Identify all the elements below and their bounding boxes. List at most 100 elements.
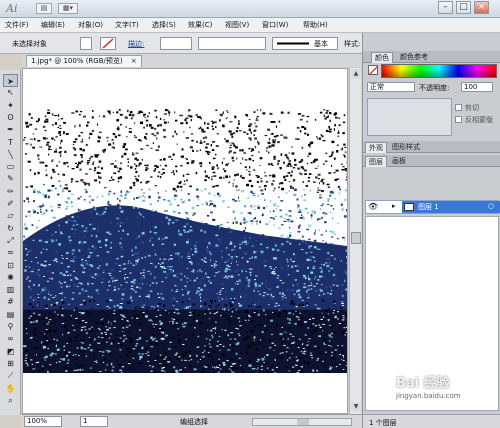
layer-row[interactable]: 👁 ▸ 图层 1 ○ [365,200,500,214]
layers-footer: 1 个图层 [363,414,500,428]
style-label: 样式: [344,40,361,48]
bridge-button[interactable]: ▤ [36,3,52,14]
variable-width-profile[interactable] [198,37,266,50]
selection-status: 未选择对象 [12,40,47,48]
menu-edit[interactable]: 编辑(E) [41,20,65,30]
title-bar: Ai ▤ ▦▾ – □ × [0,0,500,18]
warp-tool-icon[interactable]: ≈ [3,246,18,259]
pencil-tool-icon[interactable]: ✏ [3,185,18,198]
watermark-brand: Bai 经验 [396,376,450,391]
zoom-tool-icon[interactable]: ⌕ [3,394,18,407]
arrange-documents-button[interactable]: ▦▾ [58,3,78,14]
live-paint-tool-icon[interactable]: ◩ [3,345,18,358]
app-logo: Ai [6,2,18,15]
rectangle-tool-icon[interactable]: ▭ [3,160,18,173]
layer-selection-highlight: 图层 1 ○ [402,201,500,213]
eye-icon[interactable]: 👁 [368,202,378,211]
color-spectrum[interactable] [381,64,497,78]
opacity-label: 不透明度: [419,84,450,92]
document-title: 1.jpg* @ 100% (RGB/预览) [31,57,123,65]
artboard-tool-icon[interactable]: ⊞ [3,357,18,370]
scroll-down-icon[interactable]: ▼ [351,402,361,412]
menu-type[interactable]: 文字(T) [115,20,139,30]
opacity-field[interactable]: 100 [461,82,493,92]
invert-mask-label: 反相蒙版 [465,116,493,124]
watermark: Bai 经验 jingyan.baidu.com [396,372,461,400]
status-mode: 编组选择 [180,418,208,426]
blend-tool-icon[interactable]: ∞ [3,332,18,345]
direct-selection-tool-icon[interactable]: ↖ [3,86,18,99]
eyedropper-tool-icon[interactable]: ⚲ [3,320,18,333]
gradient-tool-icon[interactable]: ▤ [3,308,18,321]
hand-tool-icon[interactable]: ✋ [3,382,18,395]
scroll-thumb[interactable] [351,232,361,244]
free-transform-tool-icon[interactable]: ⊡ [3,259,18,272]
stroke-label[interactable]: 描边: [128,39,144,49]
target-icon[interactable]: ○ [488,202,494,210]
magic-wand-tool-icon[interactable]: ✦ [3,99,18,112]
blob-brush-tool-icon[interactable]: ✐ [3,197,18,210]
column-graph-tool-icon[interactable]: ▥ [3,283,18,296]
tab-artboards[interactable]: 画板 [389,156,409,167]
brush-definition[interactable] [272,37,338,50]
invert-mask-checkbox[interactable] [455,116,462,123]
menu-help[interactable]: 帮助(H) [303,20,328,30]
color-panel-tabs: 颜色 颜色参考 [363,51,500,63]
clip-checkbox[interactable] [455,104,462,111]
menu-file[interactable]: 文件(F) [5,20,29,30]
tab-layers[interactable]: 图层 [365,156,387,167]
layer-thumbnail [404,203,414,211]
paintbrush-tool-icon[interactable]: ✎ [3,172,18,185]
tab-color[interactable]: 颜色 [371,52,393,63]
fill-swatch[interactable] [80,37,92,50]
menu-bar: 文件(F) 编辑(E) 对象(O) 文字(T) 选择(S) 效果(C) 视图(V… [0,18,500,33]
watermark-url: jingyan.baidu.com [396,392,461,400]
zoom-field[interactable]: 100% [24,416,62,427]
line-tool-icon[interactable]: ╲ [3,148,18,161]
menu-window[interactable]: 窗口(W) [262,20,288,30]
menu-object[interactable]: 对象(O) [78,20,103,30]
document-tab[interactable]: 1.jpg* @ 100% (RGB/预览) × [26,55,142,67]
rotate-tool-icon[interactable]: ↻ [3,222,18,235]
close-button[interactable]: × [474,1,489,14]
artboard-canvas[interactable] [22,68,348,414]
type-tool-icon[interactable]: T [3,136,18,149]
appearance-panel-tabs: 外观 图形样式 [363,141,500,153]
scroll-thumb-horizontal[interactable] [297,419,309,425]
menu-view[interactable]: 视图(V) [225,20,249,30]
scroll-up-icon[interactable]: ▲ [351,69,361,79]
pen-tool-icon[interactable]: ✒ [3,123,18,136]
minimize-button[interactable]: – [438,1,453,14]
no-stroke-icon [102,38,114,49]
lasso-tool-icon[interactable]: ʘ [3,111,18,124]
toolbox: ➤ ↖ ✦ ʘ ✒ T ╲ ▭ ✎ ✏ ✐ ▱ ↻ ⤢ ≈ ⊡ ✺ ▥ # ▤ ⚲ ∞ ◩ ⊞ ⟋ ✋ ⌕ [0,70,21,415]
scale-tool-icon[interactable]: ⤢ [3,234,18,247]
mesh-tool-icon[interactable]: # [3,295,18,308]
close-icon[interactable]: × [131,57,137,65]
selection-tool-icon[interactable]: ➤ [3,74,18,87]
layer-name[interactable]: 图层 1 [418,202,439,212]
menu-select[interactable]: 选择(S) [152,20,176,30]
tab-graphic-styles[interactable]: 图形样式 [389,142,423,153]
eraser-tool-icon[interactable]: ▱ [3,209,18,222]
maximize-button[interactable]: □ [456,1,471,14]
horizontal-scrollbar[interactable] [252,418,352,426]
layer-expand-icon[interactable]: ▸ [392,202,396,210]
menu-effect[interactable]: 效果(C) [188,20,212,30]
tab-color-guide[interactable]: 颜色参考 [397,52,431,63]
clip-label: 剪切 [465,104,479,112]
status-bar: 100% 1 编组选择 [22,414,362,428]
stroke-swatch[interactable] [100,37,116,50]
vertical-scrollbar[interactable]: ▲ ▼ [349,68,361,414]
document-tab-bar: 1.jpg* @ 100% (RGB/预览) × [22,54,362,67]
none-swatch-icon[interactable] [368,65,379,76]
slice-tool-icon[interactable]: ⟋ [3,369,18,382]
symbol-sprayer-tool-icon[interactable]: ✺ [3,271,18,284]
placed-image[interactable] [23,109,348,373]
tab-appearance[interactable]: 外观 [365,142,387,153]
panel-dock: 颜色 颜色参考 正常 不透明度: 100 剪切 反相蒙版 外观 图形样式 图层 … [362,33,500,428]
stroke-weight-field[interactable] [160,37,192,50]
transparency-row: 正常 不透明度: 100 [367,81,497,93]
artboard-field[interactable]: 1 [80,416,108,427]
blend-mode-select[interactable]: 正常 [367,82,415,92]
